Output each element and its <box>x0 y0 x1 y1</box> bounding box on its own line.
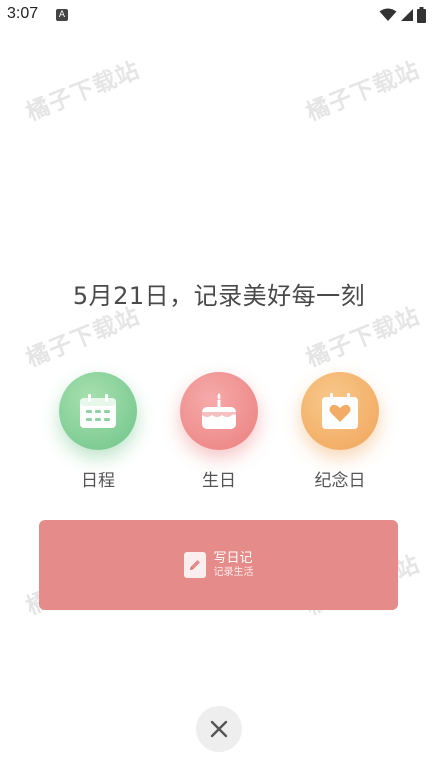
status-bar: 3:07 A <box>0 0 438 30</box>
write-diary-subtitle: 记录生活 <box>213 567 254 578</box>
birthday-button[interactable]: 生日 <box>169 372 269 491</box>
anniversary-label: 纪念日 <box>314 471 366 491</box>
birthday-icon-circle[interactable] <box>180 372 258 450</box>
wifi-icon <box>379 8 397 21</box>
notification-app-icon: A <box>56 9 68 21</box>
status-indicators <box>379 5 426 25</box>
schedule-button[interactable]: 日程 <box>48 372 148 491</box>
status-time: 3:07 <box>7 5 39 22</box>
battery-icon <box>417 7 426 23</box>
close-button[interactable] <box>196 706 242 752</box>
watermark: 橘子下载站 <box>22 57 144 127</box>
cake-icon <box>202 393 236 429</box>
close-icon <box>210 720 228 738</box>
calendar-icon <box>80 394 116 428</box>
write-diary-text: 写日记 记录生活 <box>214 551 254 579</box>
write-diary-content: 写日记 记录生活 <box>183 551 254 579</box>
schedule-icon-circle[interactable] <box>59 372 137 450</box>
pencil-icon <box>183 552 206 578</box>
anniversary-icon-circle[interactable] <box>301 372 379 450</box>
heart-calendar-icon <box>322 393 358 429</box>
birthday-label: 生日 <box>202 471 236 491</box>
write-diary-button[interactable]: 写日记 记录生活 <box>39 520 398 610</box>
anniversary-button[interactable]: 纪念日 <box>290 372 390 491</box>
page-title: 5月21日，记录美好每一刻 <box>72 282 366 310</box>
watermark: 橘子下载站 <box>302 57 424 127</box>
write-diary-title: 写日记 <box>213 551 253 566</box>
schedule-label: 日程 <box>81 471 115 491</box>
cellular-signal-icon <box>401 9 413 21</box>
